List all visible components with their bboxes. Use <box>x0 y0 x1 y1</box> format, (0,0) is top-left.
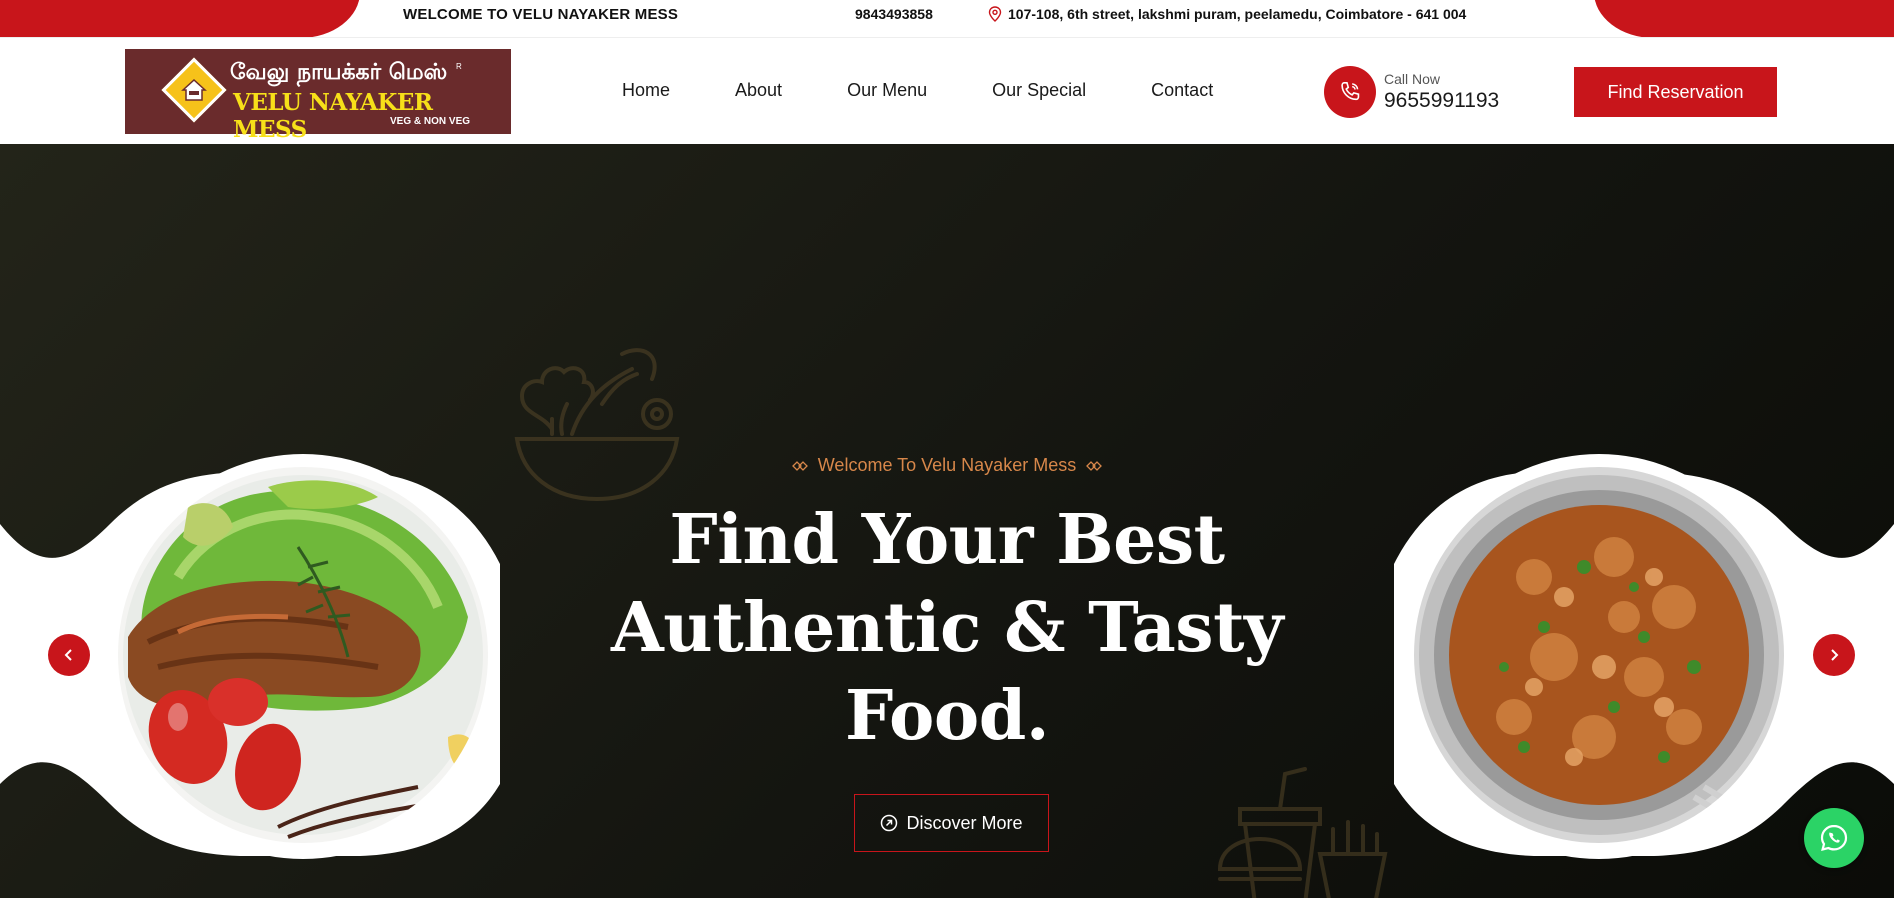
nav-about[interactable]: About <box>735 80 782 101</box>
hero-slider: Welcome To Velu Nayaker Mess Find Your B… <box>0 144 1894 898</box>
top-info-bar: WELCOME TO VELU NAYAKER MESS 9843493858 … <box>0 0 1894 38</box>
whatsapp-chat-button[interactable] <box>1804 808 1864 868</box>
fast-food-decor-icon <box>1217 767 1388 898</box>
call-now-label: Call Now <box>1384 71 1441 87</box>
grilled-fish-salad-image <box>118 467 488 843</box>
hero-headline: Find Your Best Authentic & Tasty Food. <box>597 496 1297 760</box>
find-reservation-button[interactable]: Find Reservation <box>1574 67 1777 117</box>
nav-our-special[interactable]: Our Special <box>992 80 1086 101</box>
slider-next-button[interactable] <box>1813 634 1855 676</box>
topbar-phone[interactable]: 9843493858 <box>855 6 933 22</box>
welcome-text: WELCOME TO VELU NAYAKER MESS <box>403 6 679 23</box>
kothu-parotta-image <box>1414 467 1784 843</box>
salad-bowl-decor-icon <box>514 348 680 502</box>
logo-tamil-text: வேலு நாயக்கர் மெஸ் <box>230 60 448 85</box>
featured-dish-right <box>1404 454 1794 859</box>
hero-kicker-text: Welcome To Velu Nayaker Mess <box>817 455 1077 475</box>
hero-kicker: Welcome To Velu Nayaker Mess <box>0 455 1894 476</box>
main-nav: Home About Our Menu Our Special Contact <box>622 80 1278 101</box>
whatsapp-icon <box>1820 824 1848 852</box>
logo-registered-mark: R <box>456 62 462 71</box>
logo-subtitle: VEG & NON VEG <box>390 116 471 127</box>
site-logo[interactable]: வேலு நாயக்கர் மெஸ் VELU NAYAKER MESS VEG… <box>125 49 511 143</box>
top-bar-red-accent-right <box>1594 0 1894 37</box>
nav-home[interactable]: Home <box>622 80 670 101</box>
call-now-block[interactable]: Call Now 9655991193 <box>1324 66 1499 118</box>
hero-headline-line-3: Food. <box>845 676 1050 756</box>
map-pin-icon <box>988 6 1002 22</box>
address-text: 107-108, 6th street, lakshmi puram, peel… <box>1008 6 1467 22</box>
diamond-ornament-icon <box>791 460 808 471</box>
phone-icon <box>1341 81 1360 101</box>
slider-prev-button[interactable] <box>48 634 90 676</box>
house-icon <box>181 78 207 101</box>
diamond-ornament-icon <box>1086 460 1103 471</box>
topbar-address: 107-108, 6th street, lakshmi puram, peel… <box>988 6 1466 22</box>
discover-more-label: Discover More <box>906 812 1023 833</box>
featured-dish-left <box>108 454 498 859</box>
arrow-up-right-circle-icon <box>881 814 898 832</box>
call-icon-circle <box>1324 66 1376 118</box>
chevron-left-icon <box>64 649 72 661</box>
site-header: வேலு நாயக்கர் மெஸ் VELU NAYAKER MESS VEG… <box>0 38 1894 144</box>
top-bar-red-accent-left <box>0 0 360 37</box>
nav-our-menu[interactable]: Our Menu <box>847 80 927 101</box>
discover-more-button[interactable]: Discover More <box>854 794 1049 852</box>
chevron-right-icon <box>1831 649 1839 661</box>
hero-headline-line-2: Authentic & Tasty <box>611 588 1284 668</box>
call-now-number[interactable]: 9655991193 <box>1384 89 1499 113</box>
nav-contact[interactable]: Contact <box>1151 80 1213 101</box>
hero-headline-line-1: Find Your Best <box>669 500 1225 580</box>
